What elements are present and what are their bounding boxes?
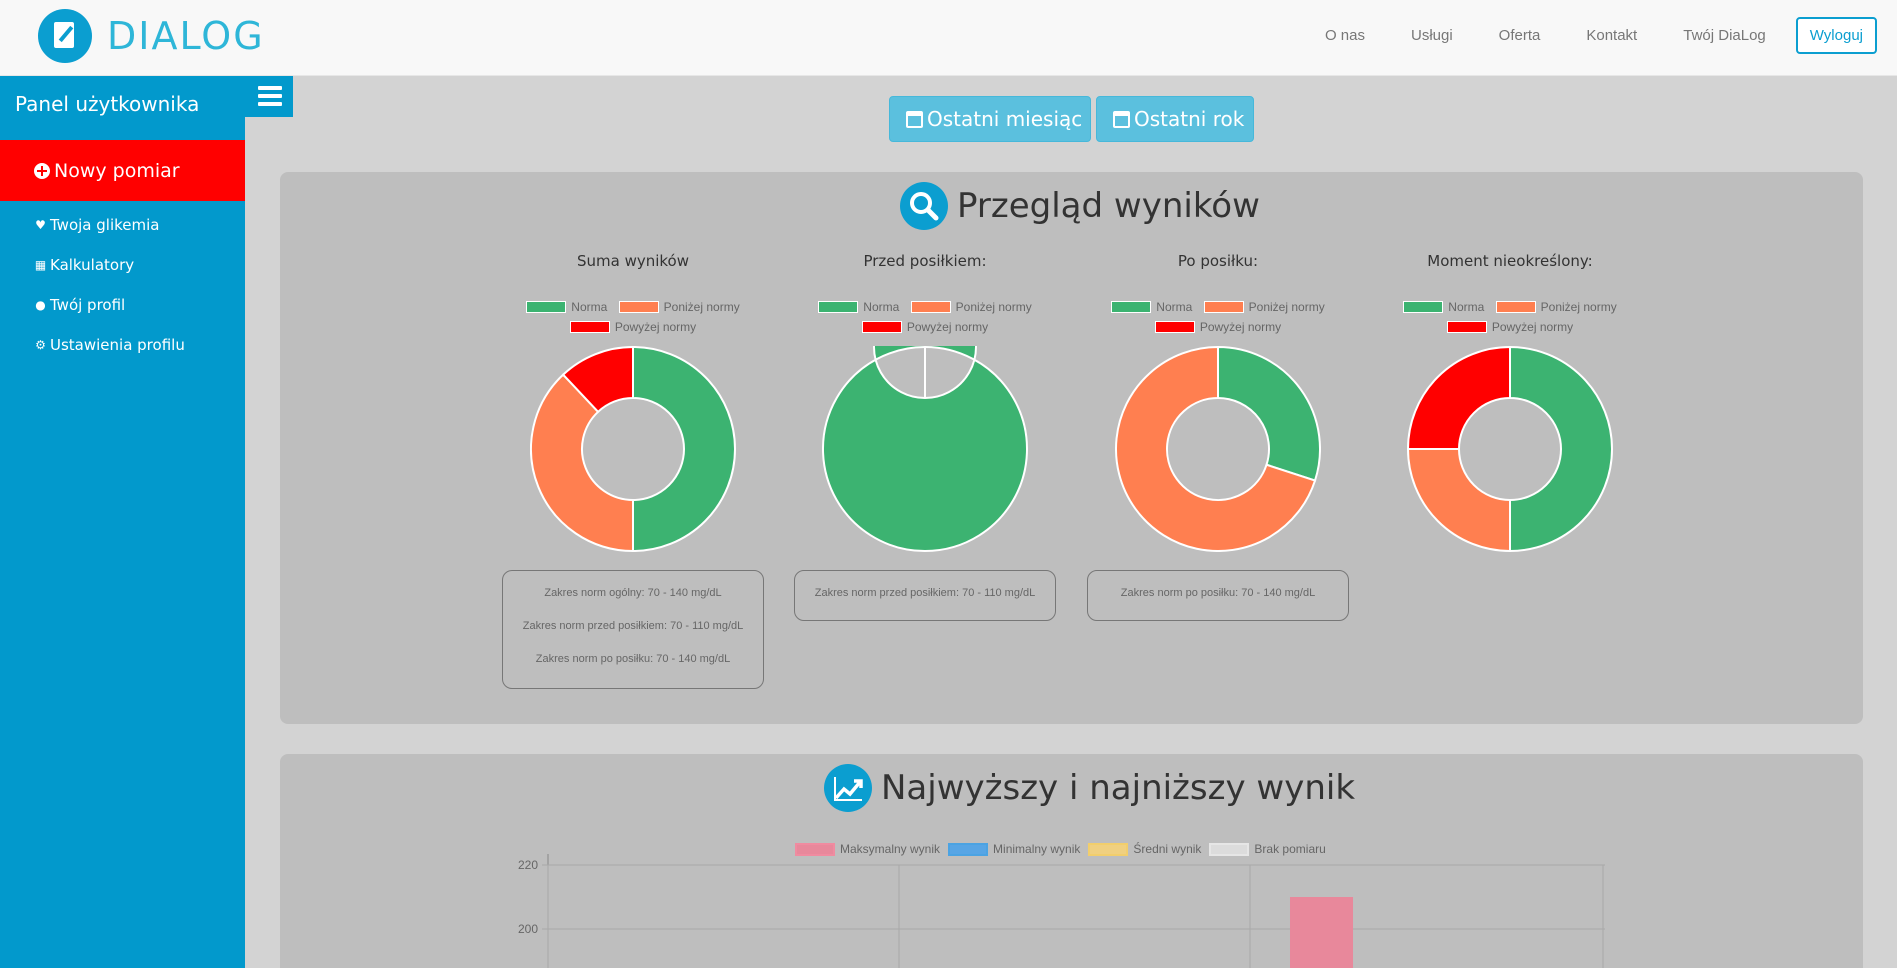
donut-segment-norm[interactable]: [1509, 346, 1613, 552]
norm-range-box: Zakres norm przed posiłkiem: 70 - 110 mg…: [794, 570, 1056, 621]
new-measurement-button[interactable]: Nowy pomiar: [0, 140, 245, 201]
user-icon: ●: [35, 297, 46, 312]
search-icon: [900, 182, 948, 230]
y-tick-label: 220: [518, 858, 538, 872]
panel-title: Przegląd wyników: [957, 186, 1260, 226]
heartbeat-icon: ♥: [35, 217, 46, 232]
donut-segment-above-norm[interactable]: [1407, 346, 1511, 450]
hamburger-icon: [258, 86, 282, 90]
logout-button[interactable]: Wyloguj: [1795, 17, 1877, 54]
donut-segment-below-norm[interactable]: [1407, 448, 1511, 552]
calculator-icon: ▦: [34, 257, 47, 272]
last-month-label: Ostatni miesiąc: [927, 107, 1083, 131]
norm-note: Zakres norm po posiłku: 70 - 140 mg/dL: [1120, 587, 1316, 599]
nav-link-contact[interactable]: Kontakt: [1586, 27, 1637, 44]
legend-norm[interactable]: Norma: [526, 300, 607, 314]
hamburger-icon-line: [258, 102, 282, 106]
legend-below[interactable]: Poniżej normy: [1495, 300, 1617, 314]
legend-below[interactable]: Poniżej normy: [910, 300, 1032, 314]
norm-note: Zakres norm ogólny: 70 - 140 mg/dL: [544, 587, 722, 599]
donut-svg: [530, 346, 736, 552]
sidebar-item-settings[interactable]: ⚙ Ustawienia profilu: [34, 336, 185, 354]
donut-svg: [1407, 346, 1613, 552]
donut-svg: [1115, 346, 1321, 552]
notepad-pen-icon: [38, 9, 92, 63]
last-month-button[interactable]: Ostatni miesiąc: [889, 96, 1091, 142]
sidebar-item-calculators[interactable]: ▦ Kalkulatory: [34, 256, 134, 274]
legend-norm[interactable]: Norma: [1403, 300, 1484, 314]
brand-name: DIALOG: [107, 14, 265, 58]
norm-note: Zakres norm przed posiłkiem: 70 - 110 mg…: [814, 587, 1036, 599]
norm-note: Zakres norm przed posiłkiem: 70 - 110 mg…: [522, 620, 744, 632]
legend-below[interactable]: Poniżej normy: [618, 300, 740, 314]
legend-norm[interactable]: Norma: [1111, 300, 1192, 314]
calendar-icon: [1113, 110, 1130, 128]
sidebar-item-profile[interactable]: ● Twój profil: [34, 296, 125, 314]
chart-title: Moment nieokreślony:: [1427, 252, 1593, 270]
sidebar-title: Panel użytkownika: [15, 92, 200, 116]
sidebar-item-label: Kalkulatory: [50, 256, 135, 274]
norm-note: Zakres norm po posiłku: 70 - 140 mg/dL: [535, 653, 731, 665]
norm-range-box: Zakres norm ogólny: 70 - 140 mg/dL Zakre…: [502, 570, 764, 689]
top-navbar: DIALOG O nas Usługi Oferta Kontakt Twój …: [0, 0, 1897, 76]
nav-link-your-dialog[interactable]: Twój DiaLog: [1683, 27, 1766, 44]
legend-above[interactable]: Powyżej normy: [861, 320, 988, 334]
nav-links: O nas Usługi Oferta Kontakt Twój DiaLog …: [1279, 17, 1877, 54]
legend-above[interactable]: Powyżej normy: [569, 320, 696, 334]
chart-legend: Norma Poniżej normy Powyżej normy: [1087, 300, 1349, 340]
y-tick-label: 200: [518, 922, 538, 936]
chart-title: Suma wyników: [576, 252, 690, 270]
plus-circle-icon: [34, 162, 50, 179]
norm-range-box: Zakres norm po posiłku: 70 - 140 mg/dL: [1087, 570, 1349, 621]
last-year-button[interactable]: Ostatni rok: [1096, 96, 1254, 142]
donut-svg: [822, 346, 1028, 552]
results-overview-heading: Przegląd wyników: [900, 182, 1260, 230]
bar-max-result: [1290, 897, 1354, 968]
hamburger-icon-line: [258, 94, 282, 98]
user-sidebar: Panel użytkownika: [0, 76, 245, 968]
legend-below[interactable]: Poniżej normy: [1203, 300, 1325, 314]
legend-above[interactable]: Powyżej normy: [1154, 320, 1281, 334]
sidebar-item-glycemia[interactable]: ♥ Twoja glikemia: [34, 216, 159, 234]
nav-link-about[interactable]: O nas: [1325, 27, 1365, 44]
chart-legend: Norma Poniżej normy Powyżej normy: [502, 300, 764, 340]
results-overview-panel: Przegląd wyników Suma wyników Norma Poni…: [280, 172, 1863, 724]
nav-link-offer[interactable]: Oferta: [1499, 27, 1541, 44]
last-year-label: Ostatni rok: [1134, 107, 1245, 131]
panel-title: Najwyższy i najniższy wynik: [881, 768, 1356, 808]
sidebar-item-label: Ustawienia profilu: [50, 336, 185, 354]
nav-link-services[interactable]: Usługi: [1411, 27, 1453, 44]
chart-title: Po posiłku:: [1177, 252, 1259, 270]
line-chart-icon: [824, 764, 872, 812]
chart-title: Przed posiłkiem:: [863, 252, 987, 270]
extremes-heading: Najwyższy i najniższy wynik: [824, 764, 1355, 812]
donut-segment-norm[interactable]: [632, 346, 736, 552]
legend-norm[interactable]: Norma: [818, 300, 899, 314]
sidebar-item-label: Twoja glikemia: [50, 216, 160, 234]
cog-icon: ⚙: [35, 337, 46, 352]
chart-legend: Norma Poniżej normy Powyżej normy: [1379, 300, 1641, 340]
brand-logo[interactable]: DIALOG: [38, 9, 265, 63]
donut-segment-norm[interactable]: [1217, 346, 1321, 482]
calendar-icon: [906, 110, 923, 128]
new-measurement-label: Nowy pomiar: [54, 159, 180, 182]
bar-chart-svg: 220 200: [518, 854, 1605, 968]
sidebar-toggle-button[interactable]: [245, 76, 293, 117]
extremes-panel: Najwyższy i najniższy wynik Maksymalny w…: [280, 754, 1863, 968]
legend-above[interactable]: Powyżej normy: [1446, 320, 1573, 334]
chart-legend: Norma Poniżej normy Powyżej normy: [794, 300, 1056, 340]
sidebar-item-label: Twój profil: [50, 296, 126, 314]
